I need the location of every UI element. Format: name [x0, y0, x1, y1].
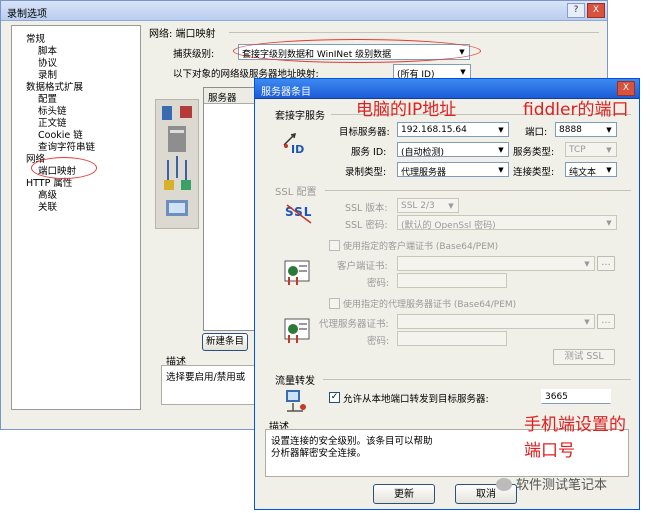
connection-type-select[interactable]: 纯文本 ▼	[565, 162, 617, 177]
target-server-label: 目标服务器:	[339, 127, 390, 138]
client-cert-check-label: 使用指定的客户端证书 (Base64/PEM)	[343, 242, 499, 252]
service-id-label: 服务 ID:	[351, 147, 387, 158]
ssl-divider	[325, 190, 631, 191]
certificate-icon	[283, 259, 313, 287]
test-ssl-button[interactable]: 测试 SSL	[553, 349, 615, 365]
port-mapping-highlight	[31, 157, 97, 179]
chevron-down-icon: ▼	[498, 146, 504, 154]
update-button[interactable]: 更新	[373, 484, 435, 504]
password-label-2: 密码:	[367, 336, 390, 347]
chevron-down-icon: ▼	[606, 219, 612, 227]
port-select[interactable]: 8888 ▼	[555, 122, 617, 137]
record-type-label: 录制类型:	[345, 167, 387, 178]
chevron-down-icon: ▼	[460, 68, 466, 76]
chevron-down-icon: ▼	[606, 126, 612, 134]
target-server-select[interactable]: 192.168.15.64 ▼	[397, 122, 509, 137]
ssl-cipher-select[interactable]: (默认的 OpenSsl 密码) ▼	[397, 215, 617, 230]
proxy-certificate-icon	[283, 317, 313, 345]
service-type-select[interactable]: TCP ▼	[565, 142, 617, 157]
client-cert-select[interactable]: ▼	[397, 256, 595, 271]
capture-level-label: 捕获级别:	[173, 49, 215, 60]
chevron-down-icon: ▼	[448, 202, 454, 210]
proxy-cert-checkbox[interactable]	[329, 298, 340, 309]
dialog-close-button[interactable]: X	[617, 81, 635, 96]
help-button[interactable]: ?	[567, 3, 585, 18]
options-tree[interactable]: 常规 脚本 协议 录制 数据格式扩展 配置 标头链 正文链 Cookie 链 查…	[11, 25, 141, 410]
traffic-icon	[283, 387, 313, 415]
port-label: 端口:	[525, 127, 548, 138]
main-title-bar: 录制选项	[1, 1, 607, 21]
ssl-cipher-label: SSL 密码:	[345, 220, 388, 231]
capture-level-highlight	[233, 39, 481, 63]
traffic-section-title: 流量转发	[275, 376, 315, 387]
ssl-section-title: SSL 配置	[275, 187, 317, 198]
wechat-icon	[496, 478, 512, 491]
forward-checkbox[interactable]: ✓	[329, 392, 340, 403]
service-type-label: 服务类型:	[513, 147, 555, 158]
id-icon-text: ID	[291, 143, 305, 156]
client-cert-label: 客户端证书:	[337, 261, 388, 272]
service-id-select[interactable]: (自动检测) ▼	[397, 142, 509, 157]
main-description-box: 选择要启用/禁用或	[161, 365, 261, 405]
password-label: 密码:	[367, 278, 390, 289]
network-section-title: 网络: 端口映射	[149, 29, 216, 40]
network-icon-panel	[155, 99, 199, 229]
proxy-cert-label: 代理服务器证书:	[319, 319, 389, 330]
forward-check-label: 允许从本地端口转发到目标服务器:	[343, 394, 489, 405]
section-divider	[229, 32, 599, 33]
chevron-down-icon: ▼	[606, 146, 612, 154]
ip-annotation: 电脑的IP地址	[356, 100, 457, 120]
main-description-text: 选择要启用/禁用或	[166, 372, 246, 383]
socket-icon: ID	[281, 131, 311, 157]
proxy-cert-browse-button[interactable]: ...	[597, 314, 615, 329]
proxy-cert-select[interactable]: ▼	[397, 314, 595, 329]
fiddler-port-annotation: fiddler的端口	[523, 100, 629, 120]
traffic-divider	[323, 379, 631, 380]
mapping-id-select[interactable]: (所有 ID) ▼	[393, 64, 471, 79]
main-close-button[interactable]: X	[587, 3, 605, 18]
chevron-down-icon: ▼	[584, 318, 590, 326]
connection-type-label: 连接类型:	[513, 167, 555, 178]
proxy-cert-password-field[interactable]	[397, 331, 507, 346]
tree-item-query-chain[interactable]: 查询字符串链	[38, 139, 95, 153]
new-entry-button[interactable]: 新建条目	[202, 333, 248, 351]
proxy-cert-check-label: 使用指定的代理服务器证书 (Base64/PEM)	[343, 300, 517, 310]
record-type-select[interactable]: 代理服务器 ▼	[397, 162, 509, 177]
chevron-down-icon: ▼	[498, 166, 504, 174]
ssl-version-select[interactable]: SSL 2/3 ▼	[397, 198, 459, 213]
client-cert-checkbox[interactable]	[329, 240, 340, 251]
client-cert-browse-button[interactable]: ...	[597, 256, 615, 271]
watermark: 软件测试笔记本	[496, 474, 607, 493]
socket-section-title: 套接字服务	[275, 111, 325, 122]
chevron-down-icon: ▼	[606, 166, 612, 174]
client-cert-password-field[interactable]	[397, 273, 507, 288]
ssl-version-label: SSL 版本:	[345, 203, 388, 214]
phone-port-annotation-line1: 手机端设置的	[524, 415, 626, 435]
chevron-down-icon: ▼	[584, 260, 590, 268]
tree-item-correlation[interactable]: 关联	[38, 199, 57, 213]
phone-port-annotation-line2: 端口号	[524, 441, 575, 461]
main-window-title: 录制选项	[7, 9, 47, 20]
ssl-icon: SSL	[283, 199, 317, 227]
chevron-down-icon: ▼	[498, 126, 504, 134]
dialog-description-line2: 分析器解密安全连接。	[271, 448, 367, 459]
server-entry-dialog: 服务器条目 X 套接字服务 ID 目标服务器: 192.168.15.64 ▼ 端…	[254, 78, 640, 510]
forward-port-field[interactable]: 3665	[541, 389, 611, 404]
network-graphic-icon	[162, 106, 192, 216]
dialog-title: 服务器条目	[261, 87, 311, 98]
